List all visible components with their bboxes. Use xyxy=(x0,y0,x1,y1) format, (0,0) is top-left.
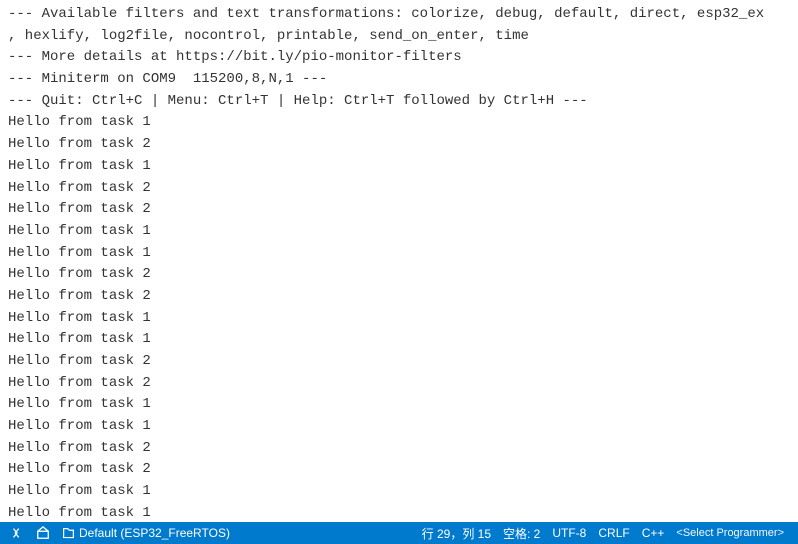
indentation[interactable]: 空格: 2 xyxy=(497,522,546,544)
terminal-line: Hello from task 2 xyxy=(8,459,790,481)
terminal-line: Hello from task 1 xyxy=(8,243,790,265)
cursor-position[interactable]: 行 29，列 15 xyxy=(416,522,497,544)
terminal-line: Hello from task 2 xyxy=(8,351,790,373)
terminal-line: Hello from task 1 xyxy=(8,221,790,243)
eol[interactable]: CRLF xyxy=(592,522,635,544)
terminal-output: --- Available filters and text transform… xyxy=(0,0,798,522)
terminal-line: --- Quit: Ctrl+C | Menu: Ctrl+T | Help: … xyxy=(8,91,790,113)
terminal-line: Hello from task 1 xyxy=(8,481,790,503)
platformio-home-icon[interactable] xyxy=(30,522,56,544)
terminal-line: Hello from task 1 xyxy=(8,308,790,330)
terminal-line: , hexlify, log2file, nocontrol, printabl… xyxy=(8,26,790,48)
terminal-line: Hello from task 2 xyxy=(8,264,790,286)
select-programmer[interactable]: <Select Programmer> xyxy=(670,522,794,544)
terminal-line: Hello from task 1 xyxy=(8,503,790,522)
terminal-line: Hello from task 1 xyxy=(8,156,790,178)
project-env-label: Default (ESP32_FreeRTOS) xyxy=(79,526,230,540)
terminal-line: Hello from task 2 xyxy=(8,286,790,308)
language-mode-label: C++ xyxy=(642,526,665,540)
terminal-line: Hello from task 1 xyxy=(8,416,790,438)
cursor-position-label: 行 29，列 15 xyxy=(422,525,491,542)
terminal-line: Hello from task 2 xyxy=(8,438,790,460)
language-mode[interactable]: C++ xyxy=(636,522,671,544)
terminal-line: --- Miniterm on COM9 115200,8,N,1 --- xyxy=(8,69,790,91)
terminal-line: Hello from task 2 xyxy=(8,373,790,395)
terminal-line: Hello from task 1 xyxy=(8,394,790,416)
terminal-line: --- More details at https://bit.ly/pio-m… xyxy=(8,47,790,69)
encoding[interactable]: UTF-8 xyxy=(546,522,592,544)
terminal-line: Hello from task 2 xyxy=(8,178,790,200)
encoding-label: UTF-8 xyxy=(552,526,586,540)
terminal-line: Hello from task 1 xyxy=(8,112,790,134)
status-bar: Default (ESP32_FreeRTOS) 行 29，列 15 空格: 2… xyxy=(0,522,798,544)
terminal-line: Hello from task 1 xyxy=(8,329,790,351)
terminal-line: Hello from task 2 xyxy=(8,199,790,221)
eol-label: CRLF xyxy=(598,526,629,540)
indentation-label: 空格: 2 xyxy=(503,525,540,542)
terminal-line: --- Available filters and text transform… xyxy=(8,4,790,26)
remote-icon[interactable] xyxy=(4,522,30,544)
terminal-line: Hello from task 2 xyxy=(8,134,790,156)
project-env[interactable]: Default (ESP32_FreeRTOS) xyxy=(56,522,236,544)
select-programmer-label: <Select Programmer> xyxy=(676,527,784,539)
